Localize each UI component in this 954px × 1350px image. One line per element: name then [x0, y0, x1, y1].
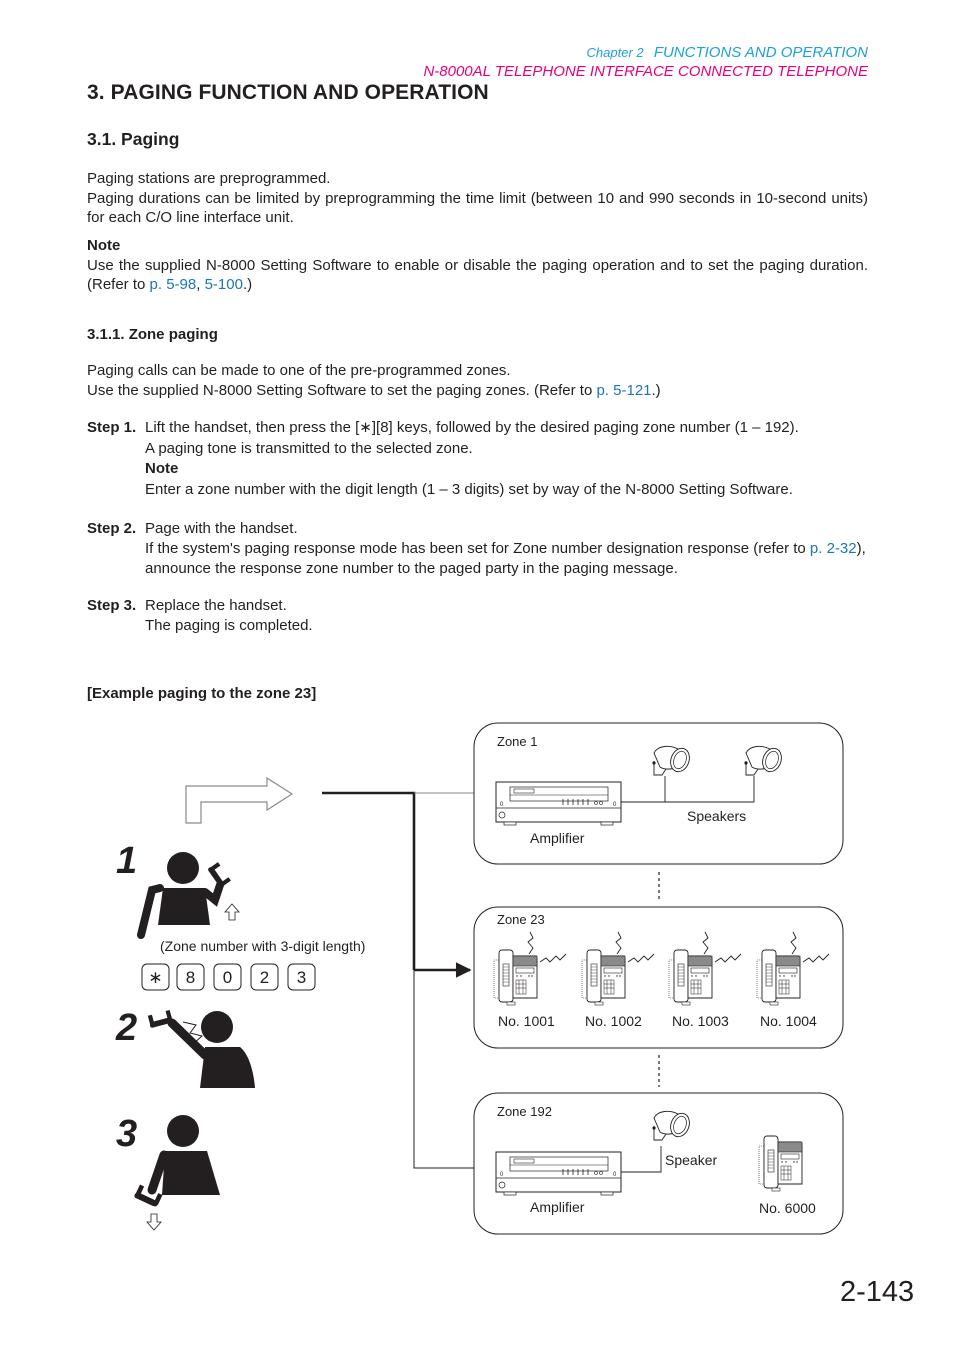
intro-line-2: Paging durations can be limited by prepr… [87, 189, 868, 227]
telephone-icon [493, 949, 538, 1006]
amplifier-icon [495, 781, 622, 826]
telephone-icon [581, 949, 626, 1006]
step-3-line-2: The paging is completed. [145, 617, 313, 634]
keypad-sequence: ∗ 8 0 2 3 [141, 963, 316, 991]
zone-paging-line-1: Paging calls can be made to one of the p… [87, 362, 511, 379]
step-3-line-1: Replace the handset. [145, 597, 287, 614]
flow-arrow-icon [185, 776, 294, 824]
step-1-line-1: Lift the handset, then press the [∗][8] … [145, 419, 799, 436]
phone-1004-label: No. 1004 [760, 1013, 817, 1029]
note-block: Note Use the supplied N-8000 Setting Sof… [87, 236, 868, 295]
page-number: 2-143 [840, 1276, 915, 1308]
person-replacing-handset-icon [131, 1115, 220, 1231]
zone-192-speaker-label: Speaker [665, 1152, 717, 1168]
step-number-1: 1 [116, 840, 137, 882]
subsection-title: 3.1. Paging [87, 129, 180, 149]
zone-paging-line-2-text: Use the supplied N-8000 Setting Software… [87, 381, 597, 399]
step-number-3: 3 [116, 1113, 137, 1155]
zone-192-box: Zone 192 Amplifier Speaker No. 6000 [473, 1092, 844, 1235]
zone-1-speakers-label: Speakers [687, 808, 746, 824]
zone-paging-title: 3.1.1. Zone paging [87, 326, 218, 343]
link-p5-100[interactable]: 5-100 [205, 276, 243, 293]
link-p5-121[interactable]: p. 5-121 [596, 382, 651, 399]
chapter-subtitle: N-8000AL TELEPHONE INTERFACE CONNECTED T… [423, 63, 868, 80]
zone-192-label: Zone 192 [497, 1104, 552, 1119]
zone-23-box: Zone 23 No. 1001 No. 1002 No. 1003 No. 1… [473, 906, 844, 1049]
section-title: 3. PAGING FUNCTION AND OPERATION [87, 81, 489, 104]
step-2-line-2-text: If the system's paging response mode has… [145, 540, 810, 557]
chapter-header: Chapter 2 FUNCTIONS AND OPERATION [587, 44, 868, 61]
step-3-label: Step 3. [87, 597, 137, 614]
down-arrow-icon [146, 1213, 162, 1231]
key-8: 8 [186, 968, 195, 987]
link-p5-98[interactable]: p. 5-98 [150, 276, 197, 293]
step-1-line-2: A paging tone is transmitted to the sele… [145, 439, 473, 457]
key-2: 2 [260, 968, 269, 987]
note-text-end: .) [242, 276, 253, 293]
phone-1002-label: No. 1002 [585, 1013, 642, 1029]
zone-number-caption: (Zone number with 3-digit length) [160, 938, 365, 954]
up-arrow-icon [224, 903, 240, 921]
zone-192-amplifier-label: Amplifier [530, 1199, 585, 1215]
chapter-label: Chapter 2 [586, 45, 644, 60]
note-text: Use the supplied N-8000 Setting Software… [87, 256, 868, 295]
person-speaking-icon [143, 1001, 255, 1088]
zone-paging-line-2-end: .) [651, 381, 661, 399]
key-3: 3 [297, 968, 306, 987]
step-2: Step 2. Page with the handset. If the sys… [87, 519, 868, 579]
step-3-figure: 3 [116, 1113, 220, 1231]
key-star: ∗ [148, 968, 162, 987]
step-2-figure: 2 [115, 1001, 255, 1088]
telephone-icon [756, 949, 801, 1006]
telephone-icon [758, 1135, 803, 1192]
step-3: Step 3. Replace the handset. The paging i… [87, 596, 868, 636]
phone-1003-label: No. 1003 [672, 1013, 729, 1029]
step-1: Step 1. Lift the handset, then press the … [87, 418, 868, 500]
step-2-label: Step 2. [87, 520, 137, 537]
amplifier-icon [495, 1151, 622, 1196]
person-lifting-handset-icon [137, 852, 240, 939]
note-separator: , [196, 276, 205, 293]
step-2-line-1: Page with the handset. [145, 520, 298, 537]
link-p2-32[interactable]: p. 2-32 [810, 540, 857, 557]
chapter-title: FUNCTIONS AND OPERATION [653, 44, 868, 61]
zone-1-label: Zone 1 [497, 734, 537, 749]
key-0: 0 [223, 968, 232, 987]
zone-paging-line-2: Use the supplied N-8000 Setting Software… [87, 381, 868, 401]
note-label: Note [87, 237, 121, 254]
step-1-figure: 1 (Zone number with 3-digit length) ∗ 8 … [116, 840, 365, 991]
step-1-note-text: Enter a zone number with the digit lengt… [145, 480, 793, 498]
zone-paging-intro: Paging calls can be made to one of the p… [87, 361, 868, 400]
intro-paragraph: Paging stations are preprogrammed. Pagin… [87, 169, 868, 228]
intro-line-1: Paging stations are preprogrammed. [87, 170, 331, 187]
zone-1-box: Zone 1 Amplifier Speakers [473, 722, 844, 865]
phone-6000-label: No. 6000 [759, 1200, 816, 1216]
zone-23-label: Zone 23 [497, 912, 545, 927]
step-2-line-2: If the system's paging response mode has… [145, 539, 868, 579]
phone-1001-label: No. 1001 [498, 1013, 555, 1029]
example-title: [Example paging to the zone 23] [87, 685, 317, 702]
zone-1-amplifier-label: Amplifier [530, 830, 585, 846]
step-1-label: Step 1. [87, 419, 137, 436]
step-number-2: 2 [115, 1007, 137, 1049]
telephone-icon [668, 949, 713, 1006]
step-1-note-label: Note [145, 460, 179, 477]
